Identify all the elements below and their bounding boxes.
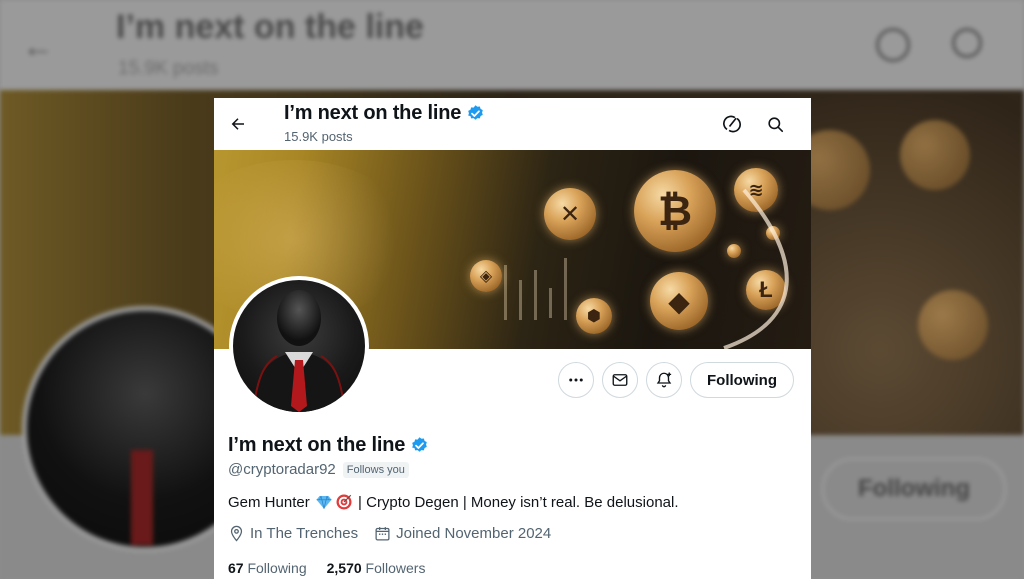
ripple-coin-icon: ✕: [544, 188, 596, 240]
profile-card: I’m next on the line 15.9K posts ◈ ✕ ₿ ≋…: [214, 98, 811, 579]
profile-avatar[interactable]: [229, 276, 369, 416]
profile-name-row: I’m next on the line: [228, 434, 429, 457]
profile-meta: In The Trenches Joined November 2024: [228, 525, 567, 542]
background-posts: 15.9K posts: [118, 58, 219, 79]
coin-icon: ◈: [470, 260, 502, 292]
back-button[interactable]: [221, 107, 255, 141]
background-tie: [131, 450, 153, 545]
top-bar: I’m next on the line 15.9K posts: [214, 98, 811, 150]
profile-bio: Gem Hunter | Crypto Degen | Money isn’t …: [228, 493, 679, 511]
joined-item: Joined November 2024: [374, 525, 551, 542]
banner-candle: [534, 270, 537, 320]
avatar-figure: [252, 290, 346, 412]
bio-text-prefix: Gem Hunter: [228, 493, 314, 511]
verified-badge-icon[interactable]: [410, 436, 429, 455]
banner-candle: [504, 265, 507, 320]
more-icon: [569, 378, 583, 382]
search-button[interactable]: [758, 107, 792, 141]
header-title: I’m next on the line: [284, 102, 462, 124]
more-button[interactable]: [558, 362, 594, 398]
following-label: Following: [247, 560, 307, 576]
background-search-icon: [952, 28, 982, 58]
background-coin: [900, 120, 970, 190]
header-title-row: I’m next on the line: [284, 102, 485, 125]
location-item: In The Trenches: [228, 525, 358, 542]
followers-count: 2,570: [326, 560, 362, 576]
profile-handle: @cryptoradar92: [228, 461, 336, 478]
follow-counts: 67 Following 2,570 Followers: [228, 560, 425, 576]
avatar-image: [233, 280, 365, 412]
grok-icon: [723, 115, 741, 133]
background-title: I’m next on the line: [116, 8, 424, 46]
banner-swoosh: [723, 188, 789, 349]
search-icon: [767, 116, 783, 132]
coin-icon: ⬢: [576, 298, 612, 334]
banner-candle: [564, 258, 567, 320]
message-button[interactable]: [602, 362, 638, 398]
handle-row: @cryptoradar92 Follows you: [228, 461, 409, 478]
followers-label: Followers: [365, 560, 426, 576]
background-grok-icon: [876, 28, 910, 62]
banner-candle: [549, 288, 552, 318]
bio-text-suffix: | Crypto Degen | Money isn’t real. Be de…: [353, 493, 679, 511]
background-coin: [918, 290, 988, 360]
follows-you-badge: Follows you: [342, 461, 409, 478]
location-text: In The Trenches: [250, 525, 359, 542]
banner-candle: [519, 280, 522, 320]
direct-hit-emoji: [336, 494, 352, 510]
following-button[interactable]: Following: [690, 362, 794, 398]
followers-count-link[interactable]: 2,570 Followers: [327, 560, 426, 576]
verified-badge-icon: [468, 105, 483, 120]
joined-text: Joined November 2024: [396, 525, 552, 542]
header-post-count: 15.9K posts: [284, 129, 353, 144]
following-count-link[interactable]: 67 Following: [228, 560, 307, 576]
grok-button[interactable]: [715, 107, 749, 141]
arrow-left-icon: [231, 118, 244, 130]
following-count: 67: [228, 560, 244, 576]
mail-icon: [612, 374, 628, 386]
location-pin-icon: [230, 525, 243, 542]
profile-name: I’m next on the line: [228, 434, 406, 456]
background-following-button: Following: [822, 458, 1006, 520]
bell-plus-icon: [656, 372, 672, 388]
calendar-icon: [375, 527, 390, 541]
gem-stone-emoji: [316, 495, 332, 509]
background-back-icon: ←: [22, 28, 54, 64]
notify-button[interactable]: [646, 362, 682, 398]
